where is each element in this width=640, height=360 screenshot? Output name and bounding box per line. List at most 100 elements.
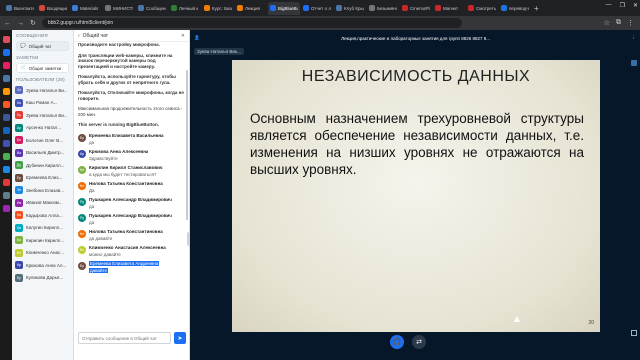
presenter-bar: Зуева Наталья Вик...	[190, 46, 640, 56]
browser-tab[interactable]: CinemaPlay	[400, 2, 432, 15]
chevron-left-icon[interactable]: ‹	[78, 33, 80, 39]
user-list-item[interactable]: Ду Дубинин Кирилл...	[12, 159, 73, 172]
close-window-icon[interactable]: ✕	[633, 2, 638, 9]
mouse-cursor	[514, 316, 520, 322]
avatar: Ка	[15, 98, 23, 107]
app-shortcut-icon[interactable]	[2, 75, 10, 82]
browser-tab[interactable]: Вконтакте	[4, 2, 36, 15]
user-list-item[interactable]: Кл Климченко Анас...	[12, 247, 73, 260]
fullscreen-icon[interactable]	[631, 330, 637, 336]
tab-label: Сообщени	[146, 5, 166, 11]
avatar: Ка	[15, 223, 23, 232]
screen-share-icon[interactable]: ⇄	[412, 335, 426, 349]
send-icon[interactable]: ➤	[174, 332, 186, 344]
chat-title: Общий чат	[82, 32, 109, 39]
app-shortcut-icon[interactable]	[2, 101, 10, 108]
address-bar: ← → ↻ bbb2.gupgr.ru/html5client/join ☆ ⧉…	[0, 16, 640, 30]
browser-tab[interactable]: Безымянны	[367, 2, 399, 15]
message-text: давайте	[89, 267, 108, 273]
app-shortcut-icon[interactable]	[2, 88, 10, 95]
presenter-name: Зуева Наталья Вик...	[194, 47, 244, 55]
user-list-item[interactable]: Ка Кадырова Алла...	[12, 209, 73, 222]
url-field[interactable]: bbb2.gupgr.ru/html5client/join	[41, 18, 462, 28]
user-name: Васильев Дмитр...	[26, 150, 65, 156]
tab-label: Лекция	[245, 5, 260, 11]
browser-tab[interactable]: Сообщени	[136, 2, 168, 15]
tab-label: Магнит	[443, 5, 459, 11]
tab-label: Materials	[80, 5, 99, 11]
browser-tab[interactable]: МИНИСТЕ	[103, 2, 135, 15]
user-list-item[interactable]: Ку Куликова Дарья...	[12, 272, 73, 285]
shared-notes-button[interactable]: 📄 Общие заметки	[16, 63, 69, 73]
app-shortcut-icon[interactable]	[2, 205, 10, 212]
presentation-area: 👤 Лекция,практические и лабораторные зан…	[190, 30, 640, 360]
chat-scrollbar[interactable]	[186, 70, 188, 220]
chat-message-input[interactable]	[78, 332, 171, 344]
browser-tab[interactable]: Магнит	[433, 2, 465, 15]
browser-tab[interactable]: переводчи	[499, 2, 531, 15]
user-list-item[interactable]: Ер Еремеева Елиз...	[12, 172, 73, 185]
shared-notes-label: Общие заметки	[28, 65, 62, 71]
user-list-item[interactable]: Зн Зуева Наталья Ви...	[12, 84, 73, 97]
user-list-item[interactable]: Бо Болотин Олег В...	[12, 134, 73, 147]
user-list-item[interactable]: Зе Зеебина Елизав...	[12, 184, 73, 197]
public-chat-button[interactable]: 💬 Общий чат	[16, 41, 69, 51]
browser-tab[interactable]: Смотреть	[466, 2, 498, 15]
menu-icon[interactable]: ⋮	[627, 19, 634, 27]
app-shortcut-icon[interactable]	[2, 192, 10, 199]
favicon-icon	[6, 5, 12, 11]
app-shortcut-icon[interactable]	[2, 166, 10, 173]
user-list-item[interactable]: Ив Иванов Максим...	[12, 197, 73, 210]
back-icon[interactable]: ←	[4, 20, 11, 27]
browser-tab[interactable]: Личный к	[169, 2, 201, 15]
browser-tab[interactable]: Отчет о ле	[301, 2, 333, 15]
message-text: можно давайте	[89, 251, 121, 257]
message-content: Кирилин Кирилл Станиславович а куда мы бу…	[89, 165, 163, 177]
tab-label: переводчи	[509, 5, 529, 11]
minimize-icon[interactable]: —	[606, 2, 612, 9]
user-list-item[interactable]: Ка Калугин Кирилл...	[12, 222, 73, 235]
message-author: Климченко Анастасия Алексеевна	[89, 244, 166, 250]
browser-tab[interactable]: Курс: Базы	[202, 2, 234, 15]
app-shortcut-icon[interactable]	[2, 153, 10, 160]
browser-tab[interactable]: Лекция	[235, 2, 267, 15]
tab-label: Отчет о ле	[311, 5, 331, 11]
user-list-item[interactable]: Ки Кирилин Кирилл...	[12, 234, 73, 247]
reload-icon[interactable]: ↻	[30, 19, 36, 27]
audio-icon[interactable]: 🎧	[390, 335, 404, 349]
avatar: Ки	[78, 165, 86, 174]
avatar: Кл	[15, 248, 23, 257]
user-list-item[interactable]: Бу Зуева Наталья Ви...	[12, 109, 73, 122]
maximize-icon[interactable]: ❐	[620, 2, 625, 9]
media-controls: 🎧 ⇄	[390, 335, 426, 349]
user-name: Иванов Максим...	[26, 200, 63, 206]
app-shortcut-icon[interactable]	[2, 49, 10, 56]
user-list-item[interactable]: Ар Арсенко Натал...	[12, 122, 73, 135]
app-shortcut-icon[interactable]	[2, 140, 10, 147]
avatar: Ни	[78, 181, 86, 190]
avatar: Ер	[78, 133, 86, 142]
minimize-presentation-icon[interactable]	[631, 60, 637, 66]
app-shortcut-icon[interactable]	[2, 114, 10, 121]
new-tab-button[interactable]: +	[534, 4, 539, 13]
browser-tab[interactable]: Входящие	[37, 2, 69, 15]
forward-icon[interactable]: →	[17, 20, 24, 27]
app-shortcut-icon[interactable]	[2, 127, 10, 134]
browser-tab[interactable]: Materials	[70, 2, 102, 15]
close-icon[interactable]: ✕	[181, 33, 185, 39]
app-shortcut-icon[interactable]	[2, 62, 10, 69]
user-list-item[interactable]: Ва Васильев Дмитр...	[12, 147, 73, 160]
app-shortcut-icon[interactable]	[2, 179, 10, 186]
app-shortcut-icon[interactable]	[2, 36, 10, 43]
extensions-icon[interactable]: ⧉	[616, 19, 621, 27]
star-icon[interactable]: ☆	[604, 19, 610, 27]
more-options-icon[interactable]: ⋮	[632, 35, 637, 41]
browser-tab[interactable]: Клуб Крыл	[334, 2, 366, 15]
chat-message: Ер Еремеева Елизавета Андреевна давайте	[78, 260, 186, 273]
browser-tab[interactable]: BigBlueButt	[268, 1, 300, 15]
message-content: Нилова Татьяна Константиновна Да	[89, 181, 163, 193]
avatar: Бу	[15, 111, 23, 120]
tab-label: BigBlueButt	[278, 5, 298, 11]
user-list-item[interactable]: Кр Крюкова Анна Ал...	[12, 259, 73, 272]
user-list-item[interactable]: Ка Каш Роман А...	[12, 97, 73, 110]
